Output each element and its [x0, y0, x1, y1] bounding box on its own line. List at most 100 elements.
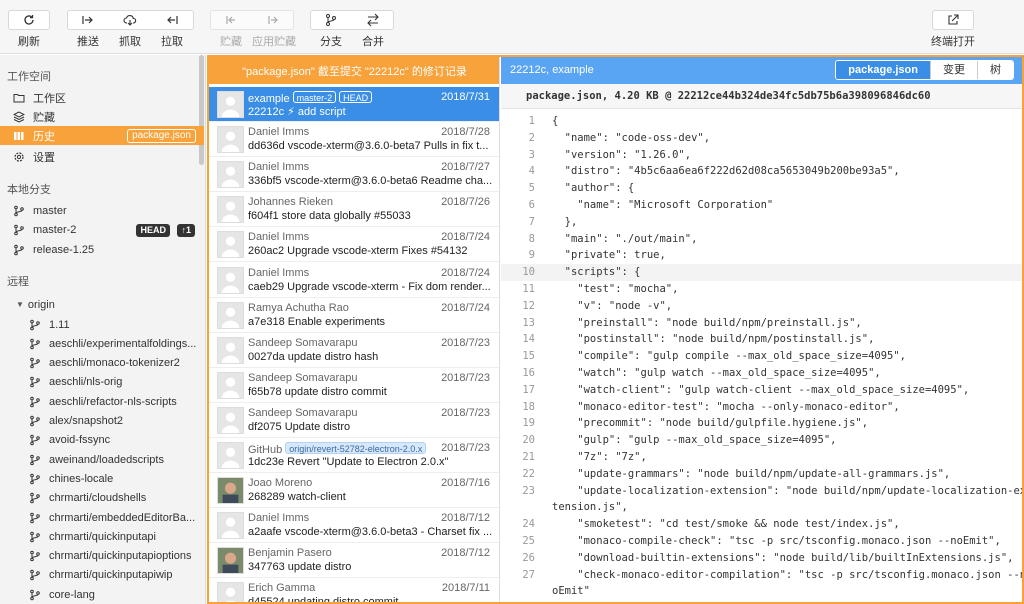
- avatar: [217, 336, 244, 364]
- view-switcher: package.json 变更 树: [835, 60, 1014, 80]
- commit-message: dd636d vscode-xterm@3.6.0-beta7 Pulls in…: [248, 140, 489, 153]
- commit-row[interactable]: Ramya Achutha Rao 2018/7/24 a7e318 Enable …: [209, 298, 499, 333]
- commit-row[interactable]: Daniel Imms 2018/7/24 260ac2 Upgrade vscod…: [209, 227, 499, 263]
- branch-icon: [30, 319, 40, 330]
- line-text: "author": {: [552, 182, 635, 195]
- commit-row[interactable]: example master-2 HEAD 2018/7/31 22212c ⚡ add…: [209, 87, 499, 122]
- code-line: 4 "distro": "4b5c6aa6ea6f222d62d08ca5653…: [501, 163, 1022, 180]
- remote-branch-item[interactable]: aeschli/experimentalfoldings...: [0, 334, 204, 353]
- local-branch-item[interactable]: release-1.25: [0, 240, 204, 259]
- code-line: 17 "watch-client": "gulp watch-client --…: [501, 382, 1022, 399]
- remote-branch-item[interactable]: aeschli/nls-orig: [0, 373, 204, 392]
- line-number: 28: [501, 600, 535, 602]
- merge-icon: [367, 13, 379, 27]
- commit-row[interactable]: Sandeep Somavarapu 2018/7/23 df2075 Update…: [209, 403, 499, 438]
- sidebar-item-history[interactable]: 历史 package.json: [0, 126, 204, 145]
- commit-hash: dd636d: [248, 140, 285, 153]
- sidebar-item-workspace[interactable]: 工作区: [0, 88, 204, 107]
- remote-branch-item[interactable]: chrmarti/quickinputapiwip: [0, 566, 204, 585]
- branch-icon: [30, 570, 40, 581]
- remote-branch-item[interactable]: 1.11: [0, 315, 204, 334]
- branch-icon: [30, 415, 40, 427]
- commit-author: Ramya Achutha Rao: [248, 301, 349, 314]
- avatar: [217, 301, 244, 329]
- commit-hash: 347763: [248, 561, 285, 574]
- commit-message: f604f1 store data globally #55033: [248, 210, 411, 223]
- remote-branch-item[interactable]: avoid-fssync: [0, 431, 204, 450]
- terminal-button[interactable]: 终端打开: [931, 10, 975, 50]
- commit-message: 260ac2 Upgrade vscode-xterm Fixes #54132: [248, 245, 468, 258]
- local-branch-item[interactable]: master-2 HEAD ↑1: [0, 221, 204, 240]
- branch-button[interactable]: 分支: [310, 10, 352, 50]
- commit-row[interactable]: Daniel Imms 2018/7/24 caeb29 Upgrade vscod…: [209, 263, 499, 298]
- commit-author: Daniel Imms: [248, 161, 310, 174]
- commit-list-title: "package.json" 截至提交 "22212c" 的修订记录: [209, 57, 499, 84]
- branch-icon: [30, 492, 40, 504]
- pull-icon: [167, 16, 178, 24]
- line-text: "smoketest": "cd test/smoke && node test…: [552, 518, 900, 531]
- remote-group-origin[interactable]: ▼ origin: [0, 295, 204, 314]
- commit-row[interactable]: Joao Moreno 2018/7/16 268289 watch-client: [209, 473, 499, 509]
- line-text: "update-localization-extension": "node b…: [552, 484, 1022, 497]
- tab-file[interactable]: package.json: [836, 61, 930, 79]
- line-text: {: [552, 115, 559, 127]
- line-text: "gulp": "gulp --max_old_space_size=4095"…: [552, 434, 837, 447]
- local-branch-item[interactable]: master: [0, 201, 204, 220]
- line-text: oEmit": [552, 585, 590, 598]
- sidebar-item-settings[interactable]: 设置: [0, 147, 204, 166]
- apply-stash-icon: [268, 16, 278, 24]
- commit-hash: f65b78: [248, 385, 282, 398]
- commit-date: 2018/7/23: [441, 371, 490, 384]
- line-number: 13: [522, 316, 535, 329]
- line-text: "check-monaco-editor-compilation": "tsc …: [552, 568, 1022, 581]
- code-line: 26 "download-builtin-extensions": "node …: [501, 550, 1022, 567]
- commit-row[interactable]: Daniel Imms 2018/7/27 336bf5 vscode-xterm@…: [209, 157, 499, 193]
- commit-row[interactable]: Sandeep Somavarapu 2018/7/23 f65b78 update…: [209, 368, 499, 403]
- sidebar: 工作空间 工作区 贮藏 历史 package.json 设置 本地分支 mast…: [0, 55, 206, 604]
- line-number: 3: [528, 148, 535, 161]
- commit-row[interactable]: Erich Gamma 2018/7/11d45524 updating dist…: [209, 578, 499, 602]
- remote-branch-item[interactable]: chrmarti/cloudshells: [0, 489, 204, 508]
- push-button[interactable]: 推送: [67, 10, 109, 50]
- code-line: 25 "monaco-compile-check": "tsc -p src/t…: [501, 533, 1022, 550]
- line-number: 26: [522, 551, 535, 564]
- merge-button[interactable]: 合并: [352, 10, 394, 50]
- remote-branch-item[interactable]: chrmarti/quickinputapi: [0, 527, 204, 546]
- commit-author: Sandeep Somavarapu: [248, 371, 358, 384]
- commit-row[interactable]: Johannes Rieken 2018/7/26 f604f1 store dat…: [209, 192, 499, 228]
- cloud-download-icon: [123, 15, 137, 26]
- tab-changes[interactable]: 变更: [930, 61, 977, 79]
- commit-author: GitHub origin/revert-52782-electron-2.0.x: [248, 442, 427, 456]
- remote-branch-item[interactable]: chines-locale: [0, 469, 204, 488]
- commit-row[interactable]: Sandeep Somavarapu 2018/7/23 0027da update…: [209, 333, 499, 368]
- pull-button[interactable]: 拉取: [151, 10, 193, 50]
- fetch-button[interactable]: 抓取: [109, 10, 151, 50]
- avatar: [217, 126, 244, 154]
- avatar: [217, 406, 244, 434]
- commit-row[interactable]: Daniel Imms 2018/7/12 a2aafe vscode-xterm@…: [209, 508, 499, 544]
- sidebar-item-stash[interactable]: 贮藏: [0, 107, 204, 126]
- remote-branch-item[interactable]: chrmarti/embeddedEditorBa...: [0, 508, 204, 527]
- remote-branch-item[interactable]: alex/snapshot2: [0, 412, 204, 431]
- remote-branch-item[interactable]: chrmarti/quickinputapioptions: [0, 547, 204, 566]
- remote-branch-item[interactable]: aeschli/monaco-tokenizer2: [0, 354, 204, 373]
- avatar: [217, 512, 244, 540]
- commit-row[interactable]: Daniel Imms 2018/7/28 dd636d vscode-xterm@…: [209, 122, 499, 158]
- code-view[interactable]: 1{2 "name": "code-oss-dev", 3 "version": …: [501, 109, 1022, 602]
- ahead-badge: ↑1: [177, 223, 195, 237]
- workspace-section-title: 工作空间: [7, 71, 51, 83]
- branch-icon: [30, 531, 40, 543]
- apply-stash-button[interactable]: 应用贮藏: [252, 10, 296, 50]
- tab-tree[interactable]: 树: [977, 61, 1013, 79]
- refresh-button[interactable]: 刷新: [8, 10, 50, 50]
- code-line: oEmit": [501, 583, 1022, 600]
- history-panel: "package.json" 截至提交 "22212c" 的修订记录 examp…: [207, 55, 1024, 604]
- stash-button[interactable]: 贮藏: [210, 10, 252, 50]
- commit-row[interactable]: Benjamin Pasero 2018/7/12 347763 update di…: [209, 543, 499, 579]
- branch-icon: [30, 473, 40, 485]
- remote-branch-item[interactable]: core-lang: [0, 585, 204, 604]
- branch-icon: [30, 377, 40, 388]
- remote-branch-item[interactable]: aeschli/refactor-nls-scripts: [0, 392, 204, 411]
- remote-branch-item[interactable]: aweinand/loadedscripts: [0, 450, 204, 469]
- commit-row[interactable]: GitHub origin/revert-52782-electron-2.0.x…: [209, 438, 499, 473]
